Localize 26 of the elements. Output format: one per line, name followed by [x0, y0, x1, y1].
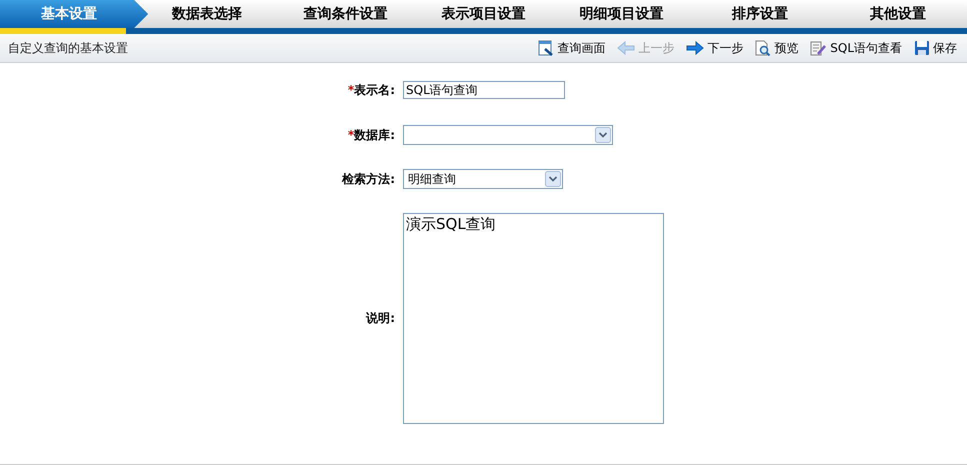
field-label: *表示名:	[346, 82, 395, 98]
field-label: 说明:	[364, 310, 395, 327]
toolbar-button[interactable]: SQL语句查看	[810, 40, 902, 56]
left-arrow-icon	[617, 41, 636, 55]
dropdown[interactable]	[403, 125, 613, 145]
tab[interactable]: 其他设置	[828, 0, 967, 28]
page-subtitle: 自定义查询的基本设置	[8, 40, 128, 56]
toolbar-button[interactable]: 预览	[755, 40, 798, 56]
toolbar-button[interactable]: 保存	[914, 40, 957, 56]
toolbar-button[interactable]: 下一步	[686, 40, 744, 56]
toolbar-button[interactable]: 查询画面	[538, 40, 606, 56]
tab[interactable]: 排序设置	[690, 0, 829, 28]
input-field[interactable]: SQL语句查询	[403, 81, 565, 99]
tab[interactable]: 基本设置	[0, 0, 148, 28]
magnifier-document-icon	[755, 40, 772, 56]
document-pencil-icon	[810, 40, 828, 56]
field-label: 检索方法:	[340, 170, 395, 188]
document-pen-icon	[538, 40, 554, 56]
tab[interactable]: 查询条件设置	[276, 0, 414, 28]
dropdown[interactable]: 明细查询	[403, 169, 563, 189]
description-field[interactable]: 演示SQL查询	[403, 213, 664, 424]
save-icon	[914, 40, 930, 56]
tab[interactable]: 表示项目设置	[414, 0, 553, 28]
right-arrow-icon	[686, 41, 704, 55]
tab[interactable]: 明细项目设置	[552, 0, 691, 28]
field-label: *数据库:	[346, 126, 395, 144]
